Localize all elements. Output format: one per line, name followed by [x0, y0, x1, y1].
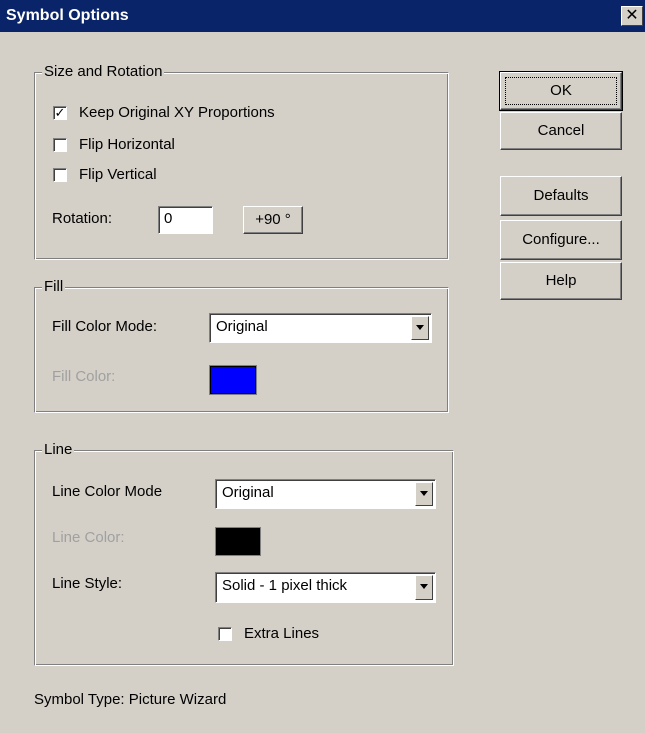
line-style-value: Solid - 1 pixel thick	[222, 577, 348, 594]
line-legend: Line	[42, 441, 75, 459]
line-color-mode-label: Line Color Mode	[52, 483, 163, 500]
cancel-label: Cancel	[537, 122, 585, 139]
symbol-type-label: Symbol Type: Picture Wizard	[34, 691, 227, 708]
line-color-mode-select[interactable]: Original	[215, 479, 436, 509]
fill-color-swatch[interactable]	[210, 366, 256, 394]
flip-vertical-checkbox[interactable]	[53, 168, 67, 182]
flip-vertical-label[interactable]: Flip Vertical	[79, 166, 157, 184]
configure-label: Configure...	[522, 231, 600, 248]
rotation-label: Rotation:	[52, 210, 113, 227]
focus-rect	[505, 77, 617, 105]
rotate-90-button[interactable]: +90 °	[243, 206, 303, 234]
defaults-label: Defaults	[533, 187, 589, 204]
configure-button[interactable]: Configure...	[500, 220, 622, 260]
fill-color-mode-value: Original	[216, 318, 268, 335]
chevron-down-icon[interactable]	[415, 482, 433, 506]
chevron-down-icon[interactable]	[411, 316, 429, 340]
rotation-input[interactable]: 0	[158, 206, 213, 234]
line-style-label: Line Style:	[52, 575, 123, 592]
flip-horizontal-checkbox[interactable]	[53, 138, 67, 152]
fill-color-mode-label: Fill Color Mode:	[52, 318, 158, 335]
close-icon: ✕	[625, 7, 639, 24]
help-label: Help	[545, 272, 577, 289]
fill-group: Fill	[34, 278, 449, 413]
fill-color-label: Fill Color:	[52, 368, 116, 385]
help-button[interactable]: Help	[500, 262, 622, 300]
size-rotation-legend: Size and Rotation	[42, 63, 165, 81]
line-color-swatch[interactable]	[216, 528, 260, 555]
chevron-down-icon[interactable]	[415, 575, 433, 600]
rotate-90-label: +90 °	[255, 211, 291, 228]
window-title: Symbol Options	[6, 7, 129, 24]
title-bar: Symbol Options ✕	[0, 0, 645, 32]
line-color-label: Line Color:	[52, 529, 125, 546]
fill-legend: Fill	[42, 278, 66, 296]
ok-button[interactable]: OK	[499, 71, 623, 111]
keep-proportions-label[interactable]: Keep Original XY Proportions	[79, 104, 275, 122]
flip-horizontal-label[interactable]: Flip Horizontal	[79, 136, 175, 154]
defaults-button[interactable]: Defaults	[500, 176, 622, 216]
cancel-button[interactable]: Cancel	[500, 112, 622, 150]
line-color-mode-value: Original	[222, 484, 274, 501]
extra-lines-checkbox[interactable]	[218, 627, 232, 641]
fill-color-mode-select[interactable]: Original	[209, 313, 432, 343]
line-style-select[interactable]: Solid - 1 pixel thick	[215, 572, 436, 603]
keep-proportions-checkbox[interactable]: ✓	[53, 106, 67, 120]
extra-lines-label[interactable]: Extra Lines	[244, 625, 319, 643]
check-icon: ✓	[54, 105, 66, 120]
close-button[interactable]: ✕	[621, 6, 643, 26]
